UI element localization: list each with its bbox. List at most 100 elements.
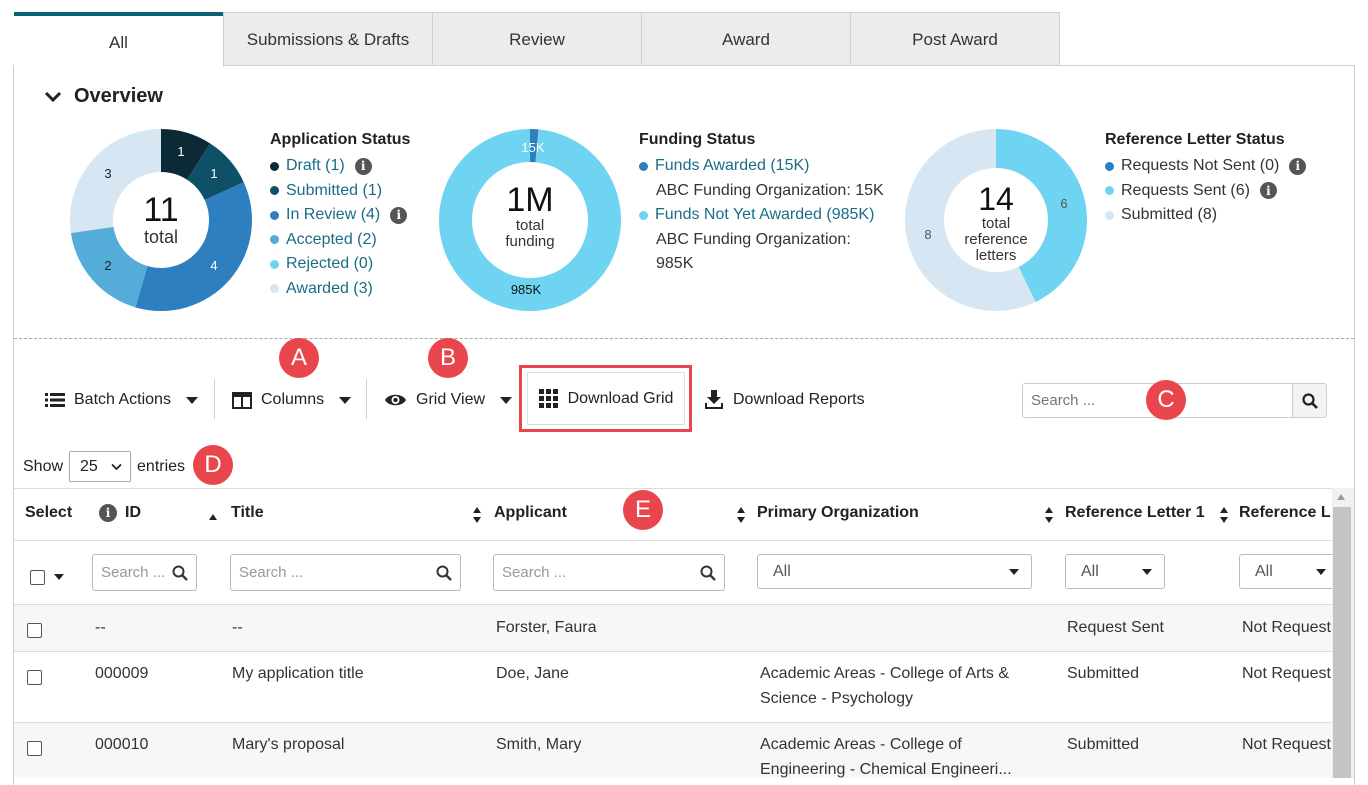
fund-total-label-2: funding	[505, 233, 555, 250]
cell-title-link[interactable]: My application title	[232, 661, 364, 686]
app-slice-label-awarded: 3	[104, 166, 111, 181]
tab-submissions-drafts[interactable]: Submissions & Drafts	[223, 12, 433, 66]
header-applicant[interactable]: Applicant	[494, 504, 567, 522]
app-total-label: total	[143, 227, 179, 247]
select-all-caret[interactable]	[54, 574, 64, 580]
eye-icon	[385, 394, 406, 406]
search-icon	[1301, 392, 1318, 409]
legend-label: Rejected (0)	[286, 255, 374, 273]
cell-primary-org-line-2: Engineering - Chemical Engineeri...	[760, 761, 1012, 778]
info-icon[interactable]: i	[390, 206, 408, 224]
caret-down-icon	[185, 396, 198, 404]
cell-ref2: Not Request	[1242, 619, 1331, 636]
legend-item-submitted[interactable]: Submitted (1)	[270, 179, 410, 204]
select-all-checkbox[interactable]	[30, 570, 45, 585]
fund-legend-title: Funding Status	[639, 131, 756, 148]
header-id[interactable]: i ID	[99, 504, 141, 522]
scroll-up-arrow[interactable]	[1337, 494, 1345, 500]
sort-asc-icon[interactable]	[208, 505, 218, 525]
application-status-legend: Application Status Draft (1) i Submitted …	[270, 131, 410, 301]
legend-item-awarded[interactable]: Awarded (3)	[270, 277, 410, 302]
info-icon[interactable]: i	[99, 504, 117, 522]
sort-icon[interactable]	[736, 505, 746, 525]
cell-applicant-link[interactable]: Smith, Mary	[496, 732, 581, 757]
tab-review[interactable]: Review	[432, 12, 642, 66]
table-filter-row: Search ... Search ... Search ... All All…	[14, 541, 1332, 605]
app-legend-title: Application Status	[270, 131, 411, 148]
legend-dot	[270, 161, 279, 171]
row-checkbox[interactable]	[27, 741, 42, 756]
legend-item-draft[interactable]: Draft (1) i	[270, 154, 410, 179]
id-search-placeholder: Search ...	[101, 564, 166, 581]
ref1-filter-select[interactable]: All	[1065, 554, 1165, 589]
legend-item-accepted[interactable]: Accepted (2)	[270, 228, 410, 253]
fund-total-label-1: total	[515, 217, 545, 234]
tab-post-award[interactable]: Post Award	[850, 12, 1060, 66]
info-icon[interactable]: i	[1289, 157, 1307, 175]
info-icon[interactable]: i	[1259, 182, 1277, 200]
legend-item-requests-not-sent[interactable]: Requests Not Sent (0) i	[1105, 154, 1307, 179]
legend-item-funds-awarded[interactable]: Funds Awarded (15K)	[639, 154, 884, 179]
legend-item-funds-not-awarded[interactable]: Funds Not Yet Awarded (985K)	[639, 203, 884, 228]
row-checkbox[interactable]	[27, 623, 42, 638]
batch-actions-button[interactable]: Batch Actions	[45, 384, 198, 416]
cell-title-link[interactable]: Mary's proposal	[232, 732, 344, 757]
table-header-row: Select i ID Title Applicant Primary Orga…	[14, 489, 1332, 541]
ref-total-value: 14	[978, 181, 1014, 217]
sort-icon[interactable]	[472, 505, 482, 525]
row-checkbox[interactable]	[27, 670, 42, 685]
legend-label: Funds Awarded (15K)	[655, 157, 810, 175]
tab-award[interactable]: Award	[641, 12, 851, 66]
table-row: 000009 My application title Doe, Jane Ac…	[14, 652, 1332, 723]
download-reports-button[interactable]: Download Reports	[704, 384, 865, 416]
title-search-input[interactable]: Search ...	[230, 554, 461, 591]
tab-all[interactable]: All	[14, 12, 224, 67]
cell-applicant-link[interactable]: Doe, Jane	[496, 661, 569, 686]
columns-button[interactable]: Columns	[232, 384, 352, 416]
legend-dot	[639, 210, 648, 220]
cell-applicant-link[interactable]: Forster, Faura	[496, 615, 596, 640]
ref-total-label-1: total	[981, 215, 1011, 232]
caret-down-icon	[500, 396, 513, 404]
search-icon	[700, 565, 716, 581]
ref2-filter-select[interactable]: All	[1239, 554, 1332, 589]
funding-status-legend: Funding Status Funds Awarded (15K) ABC F…	[639, 131, 884, 277]
id-search-input[interactable]: Search ...	[92, 554, 197, 591]
download-grid-button[interactable]: Download Grid	[527, 372, 685, 425]
grid-view-button[interactable]: Grid View	[384, 384, 513, 416]
legend-item-in-review[interactable]: In Review (4) i	[270, 203, 410, 228]
legend-item-submitted[interactable]: Submitted (8)	[1105, 203, 1306, 228]
sort-icon[interactable]	[1044, 505, 1054, 525]
org-filter-select[interactable]: All	[757, 554, 1032, 589]
legend-label: In Review (4)	[286, 206, 381, 224]
sort-icon[interactable]	[1219, 505, 1229, 525]
cell-id: --	[95, 619, 106, 636]
search-button[interactable]	[1293, 383, 1327, 418]
applicant-search-input[interactable]: Search ...	[493, 554, 725, 591]
header-reference-letter-2[interactable]: Reference L	[1239, 504, 1331, 522]
header-reference-letter-1[interactable]: Reference Letter 1	[1065, 504, 1205, 522]
annotation-marker-c: C	[1146, 380, 1186, 420]
legend-sub-not-awarded-2: 985K	[656, 255, 694, 273]
cell-ref2: Not Request	[1242, 665, 1331, 682]
header-title[interactable]: Title	[231, 504, 264, 522]
annotation-marker-e: E	[623, 490, 663, 530]
cell-title-link[interactable]: --	[232, 615, 243, 640]
caret-down-icon	[1316, 568, 1326, 575]
toolbar-divider	[214, 379, 215, 419]
entries-select[interactable]: 25	[69, 451, 132, 482]
scrollbar-thumb[interactable]	[1333, 507, 1351, 778]
header-select: Select	[25, 504, 72, 522]
cell-ref2: Not Request	[1242, 736, 1331, 753]
info-icon[interactable]: i	[354, 157, 372, 175]
show-entries: Show 25 entries	[23, 451, 185, 482]
legend-dot	[270, 186, 279, 196]
legend-label: Draft (1)	[286, 157, 345, 175]
legend-dot	[270, 210, 279, 220]
overview-toggle[interactable]: Overview	[44, 85, 163, 108]
legend-item-rejected[interactable]: Rejected (0)	[270, 252, 410, 277]
legend-item-requests-sent[interactable]: Requests Sent (6) i	[1105, 179, 1306, 204]
ref1-filter-value: All	[1081, 562, 1099, 580]
header-primary-organization[interactable]: Primary Organization	[757, 504, 919, 522]
legend-dot	[1105, 161, 1114, 171]
